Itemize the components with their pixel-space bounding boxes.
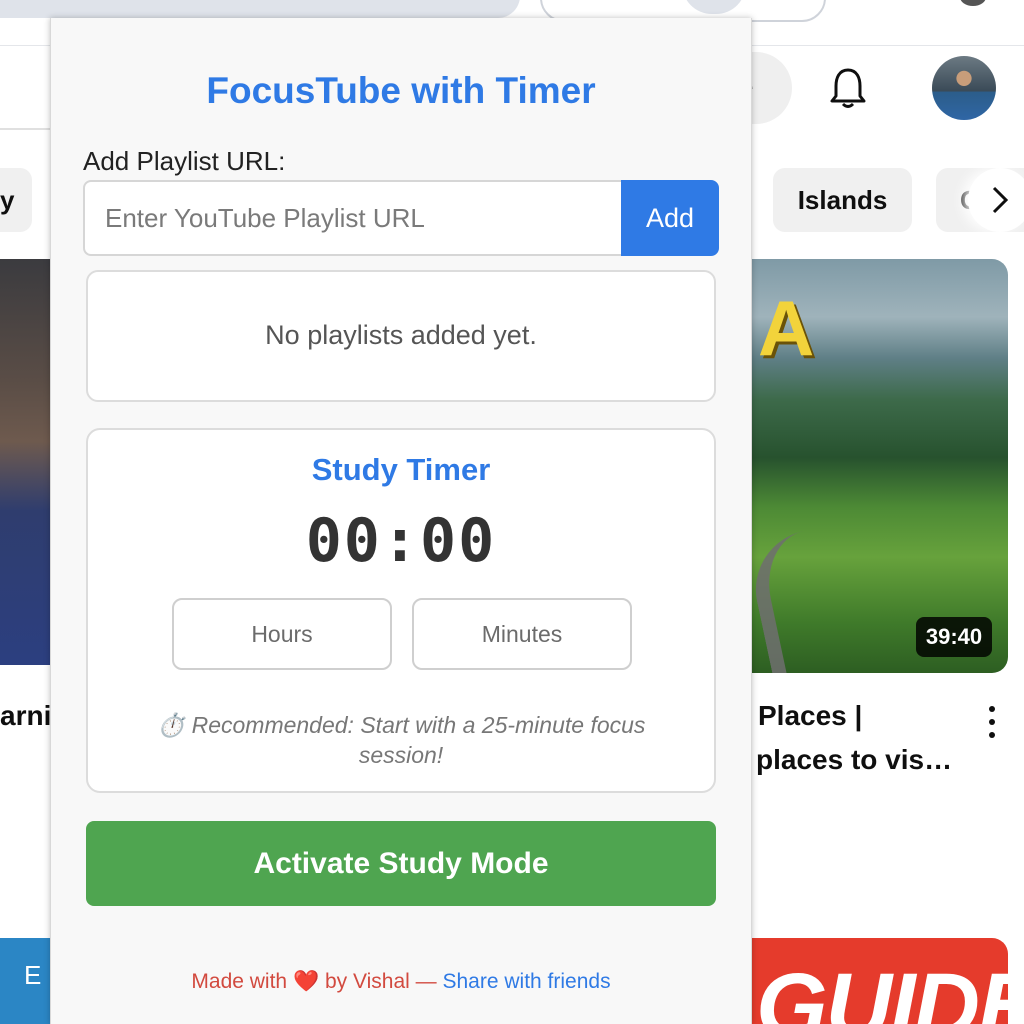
recommendation-text: ⏱️ Recommended: Start with a 25-minute f… <box>156 712 646 768</box>
chip-label: y <box>0 185 15 215</box>
footer-made-with: Made with <box>191 970 288 993</box>
video-duration-badge: 39:40 <box>916 617 992 657</box>
add-playlist-button[interactable]: Add <box>621 180 719 256</box>
video-title[interactable]: arni <box>0 700 51 732</box>
playlist-list: No playlists added yet. <box>86 270 716 402</box>
study-timer-panel: Study Timer 00:00 ⏱️ Recommended: Start … <box>86 428 716 793</box>
empty-playlist-message: No playlists added yet. <box>265 320 537 350</box>
avatar[interactable] <box>932 56 996 120</box>
thumbnail-text: GUIDE <box>756 955 1008 1024</box>
playlist-url-input[interactable] <box>83 180 621 256</box>
activate-study-mode-button[interactable]: Activate Study Mode <box>86 821 716 906</box>
hours-input[interactable] <box>172 598 392 670</box>
browser-tab[interactable] <box>0 0 520 18</box>
thumbnail-road <box>750 517 900 673</box>
extension-popup: FocusTube with Timer Add Playlist URL: A… <box>50 18 752 1024</box>
footer-author: by Vishal — <box>324 970 437 993</box>
minutes-input[interactable] <box>412 598 632 670</box>
heart-icon: ❤️ <box>292 970 320 993</box>
footer: Made with ❤️ by Vishal — Share with frie… <box>51 970 751 994</box>
video-title[interactable]: places to vis… <box>756 744 952 776</box>
video-thumbnail[interactable] <box>0 259 52 665</box>
video-thumbnail[interactable]: GUIDE <box>750 938 1008 1024</box>
filter-chip-islands[interactable]: Islands <box>773 168 912 232</box>
profile-icon[interactable] <box>960 0 986 6</box>
thumbnail-text: A <box>758 284 815 372</box>
more-options-icon[interactable] <box>984 706 1000 740</box>
video-thumbnail[interactable]: A <box>750 259 1008 673</box>
timer-display: 00:00 <box>305 506 497 576</box>
video-title[interactable]: Places | <box>758 700 862 732</box>
chevron-right-icon[interactable] <box>968 168 1024 232</box>
bell-icon[interactable] <box>828 66 868 110</box>
timer-title: Study Timer <box>311 452 491 487</box>
video-thumbnail[interactable]: E <box>0 938 52 1024</box>
playlist-url-label: Add Playlist URL: <box>83 146 286 176</box>
thumbnail-text: E <box>24 960 42 990</box>
popup-title: FocusTube with Timer <box>206 70 596 111</box>
share-link[interactable]: Share with friends <box>442 970 610 993</box>
filter-chip[interactable]: y <box>0 168 32 232</box>
